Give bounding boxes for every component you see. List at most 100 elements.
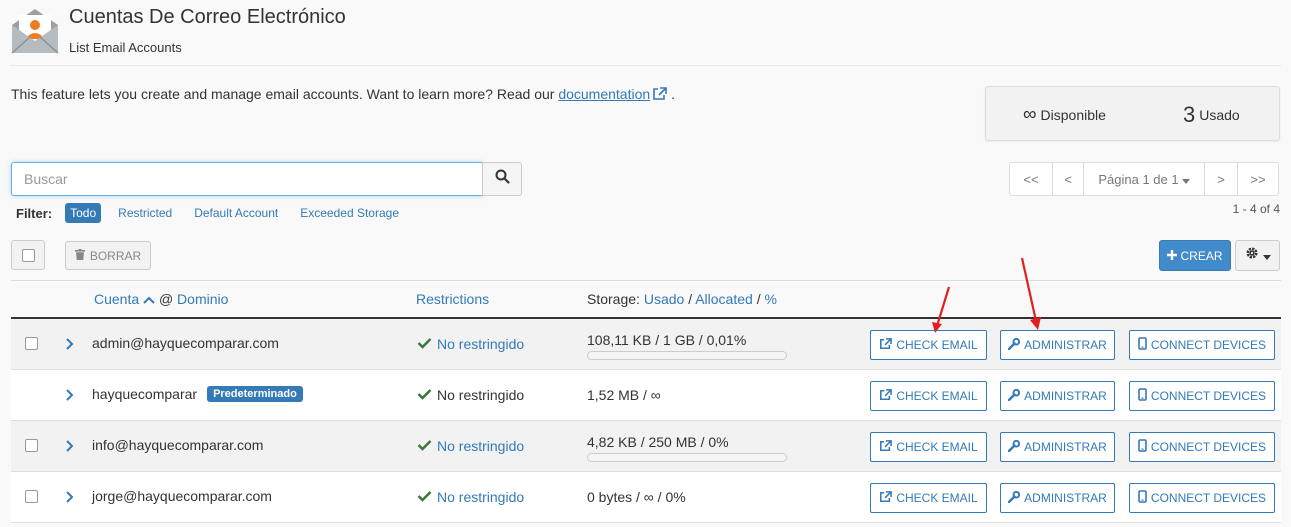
storage-label: Storage: (587, 291, 640, 307)
prev-page-button[interactable]: < (1052, 162, 1084, 196)
check-email-button[interactable]: CHECK EMAIL (870, 483, 987, 513)
wrench-icon (1007, 490, 1021, 506)
connect-devices-button[interactable]: CONNECT DEVICES (1129, 483, 1275, 513)
email-accounts-icon (10, 7, 60, 55)
settings-dropdown-button[interactable] (1235, 240, 1280, 271)
sort-asc-icon (143, 291, 155, 307)
account-email: hayquecomparar (92, 386, 198, 402)
intro-text: This feature lets you create and manage … (11, 86, 675, 104)
manage-label: ADMINISTRAR (1024, 338, 1107, 352)
delete-button[interactable]: BORRAR (65, 241, 151, 270)
available-value: ∞ (1023, 103, 1037, 125)
used-stat: 3 Usado (1183, 87, 1240, 142)
sort-allocated[interactable]: Allocated (695, 291, 753, 307)
default-badge: Predeterminado (207, 386, 303, 402)
connect-devices-button[interactable]: CONNECT DEVICES (1129, 381, 1275, 411)
mobile-icon (1138, 490, 1147, 506)
restriction-status: No restringido (417, 438, 524, 454)
connect-devices-label: CONNECT DEVICES (1150, 491, 1267, 505)
account-email: admin@hayquecomparar.com (92, 335, 279, 351)
annotation-arrows (932, 257, 1041, 333)
storage-sep: / (756, 291, 761, 307)
check-icon (417, 438, 432, 454)
create-button[interactable]: CREAR (1159, 240, 1231, 271)
mobile-icon (1138, 388, 1147, 404)
table-row: admin@hayquecomparar.com No restringido … (11, 319, 1281, 370)
sort-percent[interactable]: % (764, 291, 776, 307)
sort-domain[interactable]: Dominio (177, 291, 228, 307)
first-page-button[interactable]: << (1009, 162, 1053, 196)
intro-sentence: This feature lets you create and manage … (11, 86, 555, 102)
table-row: hayquecomparar Predeterminado No restring… (11, 370, 1281, 421)
check-icon (417, 336, 432, 352)
sort-restrictions[interactable]: Restrictions (416, 291, 489, 307)
next-page-button[interactable]: > (1204, 162, 1238, 196)
search-input[interactable] (11, 162, 483, 196)
storage-text: 4,82 KB / 250 MB / 0% (587, 434, 729, 450)
storage-text: 108,11 KB / 1 GB / 0,01% (587, 332, 747, 348)
sort-used[interactable]: Usado (644, 291, 684, 307)
account-email: info@hayquecomparar.com (92, 437, 264, 453)
connect-devices-button[interactable]: CONNECT DEVICES (1129, 432, 1275, 462)
documentation-link[interactable]: documentation (558, 86, 650, 102)
page-select[interactable]: Página 1 de 1 (1083, 162, 1205, 196)
caret-down-icon (1181, 172, 1190, 187)
external-link-icon (879, 490, 893, 506)
manage-button[interactable]: ADMINISTRAR (1000, 483, 1115, 513)
connect-devices-button[interactable]: CONNECT DEVICES (1129, 330, 1275, 360)
filter-restricted[interactable]: Restricted (118, 206, 172, 220)
check-email-label: CHECK EMAIL (896, 389, 978, 403)
trash-icon (74, 248, 85, 263)
chevron-right-icon[interactable] (65, 388, 74, 405)
connect-devices-label: CONNECT DEVICES (1150, 440, 1267, 454)
gear-icon (1245, 246, 1259, 265)
storage-usage: 0 bytes / ∞ / 0% (587, 489, 686, 505)
manage-label: ADMINISTRAR (1024, 491, 1107, 505)
external-link-icon (879, 439, 893, 455)
chevron-right-icon[interactable] (65, 490, 74, 507)
sort-account[interactable]: Cuenta (94, 291, 139, 307)
row-checkbox[interactable] (25, 490, 38, 503)
select-all-checkbox[interactable] (11, 240, 45, 270)
row-checkbox[interactable] (25, 439, 38, 452)
filter-default-account[interactable]: Default Account (194, 206, 278, 220)
search-button[interactable] (482, 162, 522, 196)
results-range: 1 - 4 of 4 (1232, 202, 1280, 216)
available-label: Disponible (1040, 106, 1106, 123)
restriction-link[interactable]: No restringido (437, 438, 524, 454)
external-link-icon (879, 388, 893, 404)
pagination: << < Página 1 de 1 > >> (1009, 162, 1279, 196)
restriction-link[interactable]: No restringido (437, 336, 524, 352)
external-link-icon (879, 337, 893, 353)
account-stats: ∞ Disponible 3 Usado (985, 86, 1280, 141)
connect-devices-label: CONNECT DEVICES (1150, 389, 1267, 403)
row-checkbox[interactable] (25, 337, 38, 350)
restriction-status: No restringido (417, 336, 524, 352)
check-email-label: CHECK EMAIL (896, 338, 978, 352)
connect-devices-label: CONNECT DEVICES (1150, 338, 1267, 352)
filter-all[interactable]: Todo (65, 203, 102, 223)
last-page-button[interactable]: >> (1237, 162, 1279, 196)
check-email-button[interactable]: CHECK EMAIL (870, 432, 987, 462)
restriction-status: No restringido (417, 489, 524, 505)
manage-button[interactable]: ADMINISTRAR (1000, 381, 1115, 411)
check-email-button[interactable]: CHECK EMAIL (870, 381, 987, 411)
restriction-link[interactable]: No restringido (437, 489, 524, 505)
check-icon (417, 387, 432, 403)
wrench-icon (1007, 439, 1021, 455)
filter-exceeded-storage[interactable]: Exceeded Storage (300, 206, 399, 220)
chevron-right-icon[interactable] (65, 337, 74, 354)
manage-button[interactable]: ADMINISTRAR (1000, 432, 1115, 462)
account-name: jorge@hayquecomparar.com (92, 488, 272, 504)
check-email-label: CHECK EMAIL (896, 440, 978, 454)
storage-sep: / (688, 291, 693, 307)
account-name: admin@hayquecomparar.com (92, 335, 279, 351)
page-title: Cuentas De Correo Electrónico (69, 6, 346, 28)
account-email: jorge@hayquecomparar.com (92, 488, 272, 504)
storage-text: 1,52 MB / ∞ (587, 387, 661, 403)
storage-progress-bar (587, 453, 787, 462)
search-icon (495, 169, 510, 189)
checkbox-box (21, 248, 35, 262)
manage-label: ADMINISTRAR (1024, 389, 1107, 403)
chevron-right-icon[interactable] (65, 439, 74, 456)
